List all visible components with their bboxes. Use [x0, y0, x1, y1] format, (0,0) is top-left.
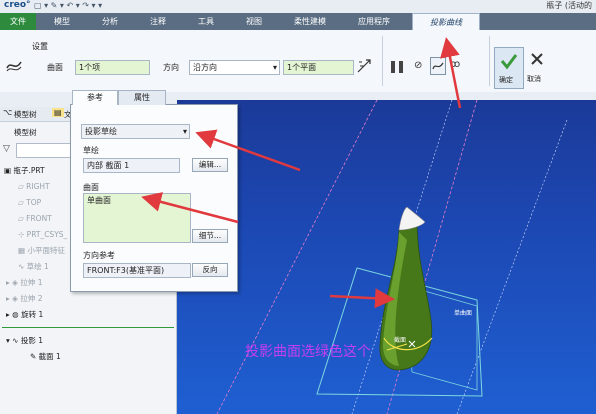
arrow-to-tab — [440, 37, 462, 109]
instruction-annotation: 投影曲面选绿色这个 — [245, 344, 371, 360]
arrow-to-surface — [141, 192, 239, 224]
arrow-to-type — [195, 129, 301, 172]
arrow-to-model — [329, 288, 395, 309]
